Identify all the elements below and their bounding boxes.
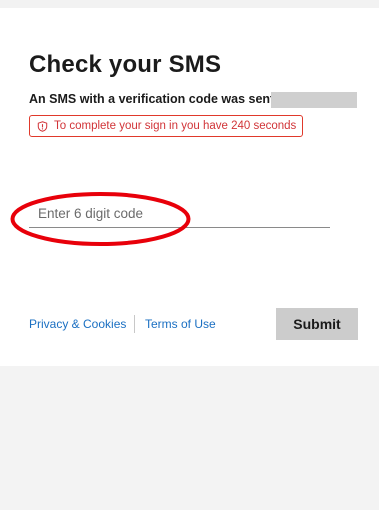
page-title: Check your SMS — [29, 51, 222, 78]
footer-divider — [134, 315, 135, 333]
top-strip — [0, 0, 379, 8]
verification-code-input[interactable] — [29, 200, 330, 228]
timer-alert: To complete your sign in you have 240 se… — [29, 115, 303, 137]
redacted-phone-number — [271, 92, 357, 108]
timer-alert-text: To complete your sign in you have 240 se… — [54, 120, 297, 132]
privacy-cookies-link[interactable]: Privacy & Cookies — [29, 317, 126, 331]
submit-button[interactable]: Submit — [276, 308, 358, 340]
verification-card: Check your SMS An SMS with a verificatio… — [0, 8, 379, 366]
page-background-lower — [0, 366, 379, 510]
terms-of-use-link[interactable]: Terms of Use — [145, 317, 216, 331]
shield-icon — [37, 120, 48, 132]
sms-sent-message: An SMS with a verification code was sent… — [29, 92, 290, 106]
